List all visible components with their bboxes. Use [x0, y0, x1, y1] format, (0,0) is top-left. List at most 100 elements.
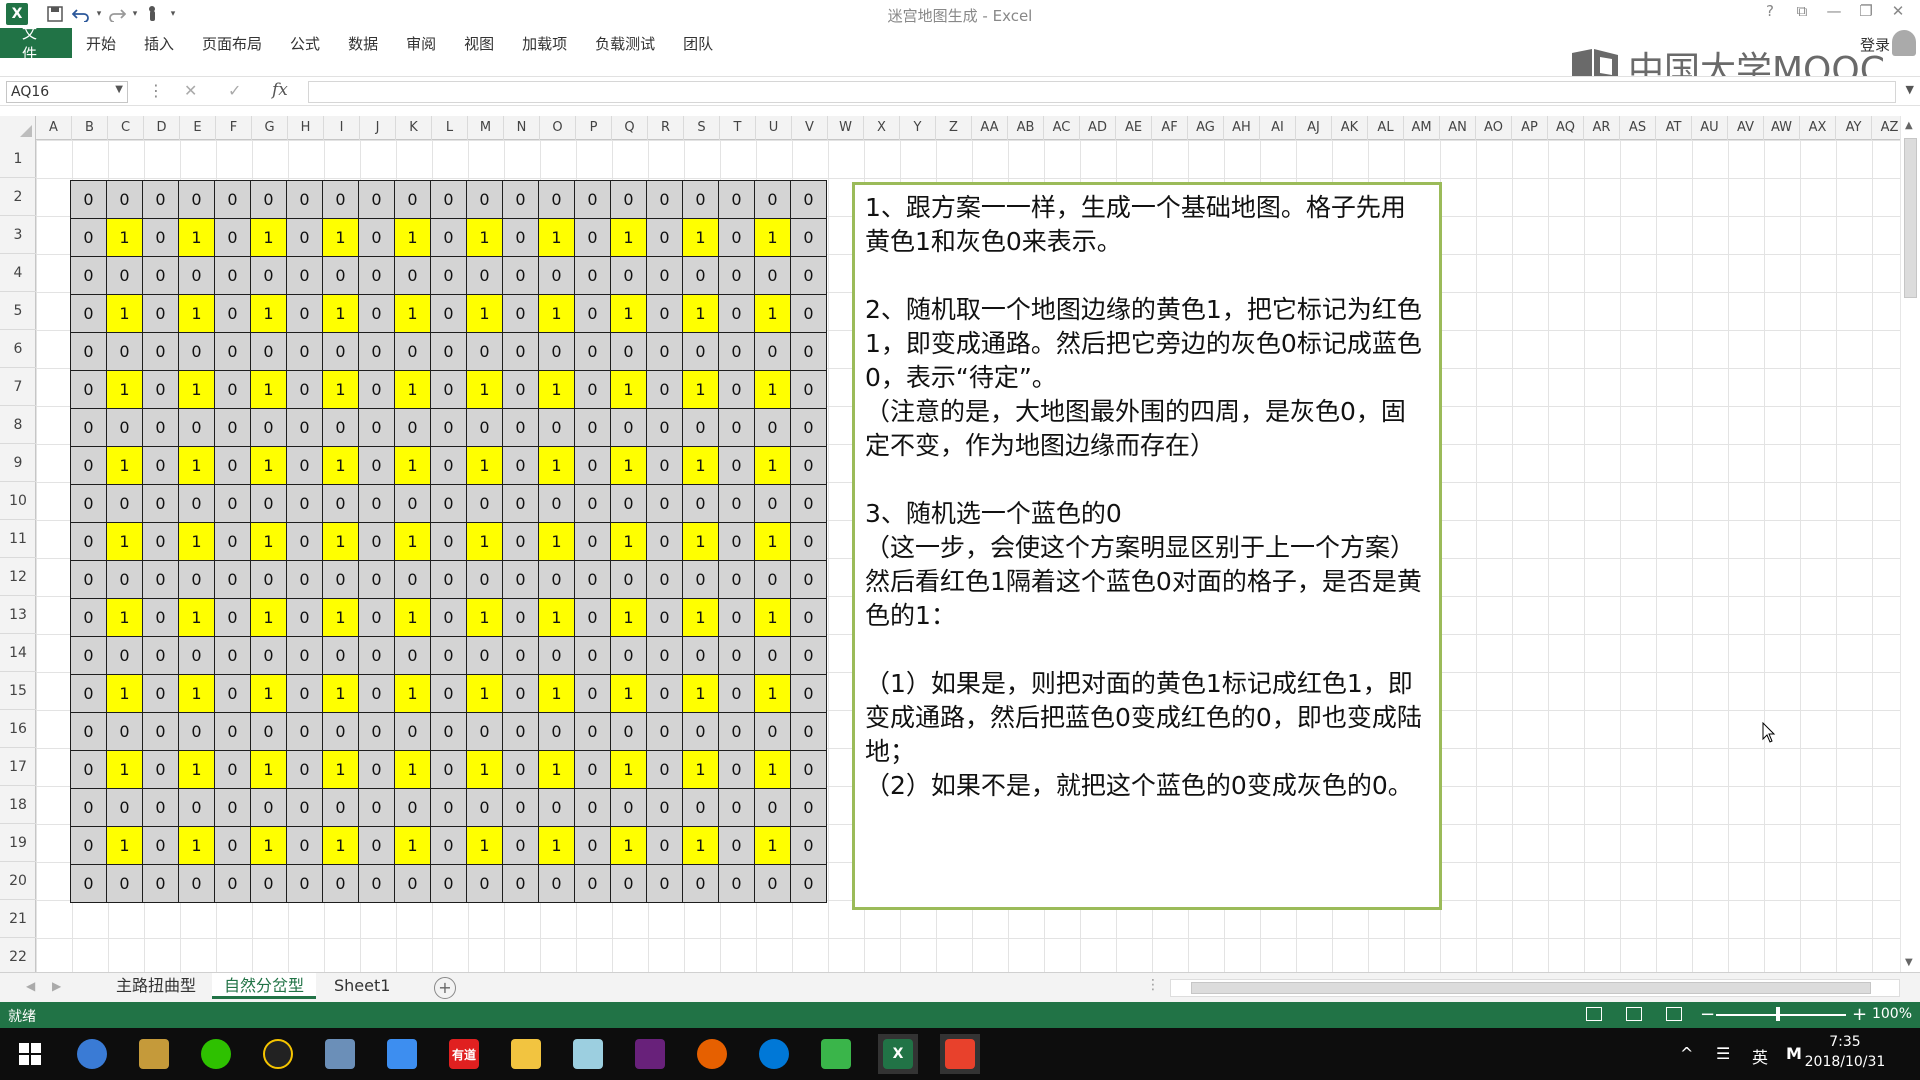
column-header[interactable]: AD [1080, 116, 1116, 140]
maze-cell-yellow[interactable]: 1 [322, 826, 359, 865]
tab-load-test[interactable]: 负载测试 [581, 28, 669, 58]
maze-cell-gray[interactable]: 0 [646, 674, 683, 713]
maze-cell-gray[interactable]: 0 [430, 598, 467, 637]
edge-icon[interactable] [754, 1034, 794, 1074]
maze-cell-gray[interactable]: 0 [430, 218, 467, 257]
maze-cell-gray[interactable]: 0 [358, 218, 395, 257]
sheet-tab-natural-branch[interactable]: 自然分岔型 [212, 973, 317, 999]
maze-cell-gray[interactable]: 0 [394, 180, 431, 219]
maze-cell-gray[interactable]: 0 [790, 636, 827, 675]
maze-cell-gray[interactable]: 0 [718, 636, 755, 675]
maze-cell-gray[interactable]: 0 [106, 864, 143, 903]
column-header[interactable]: D [144, 116, 180, 140]
maze-cell-yellow[interactable]: 1 [322, 218, 359, 257]
maze-cell-yellow[interactable]: 1 [754, 218, 791, 257]
maze-cell-gray[interactable]: 0 [718, 826, 755, 865]
maze-cell-gray[interactable]: 0 [610, 408, 647, 447]
maze-cell-gray[interactable]: 0 [790, 674, 827, 713]
maze-cell-gray[interactable]: 0 [250, 484, 287, 523]
maze-cell-gray[interactable]: 0 [70, 256, 107, 295]
maze-cell-gray[interactable]: 0 [322, 636, 359, 675]
maze-cell-yellow[interactable]: 1 [610, 218, 647, 257]
page-break-view-icon[interactable] [1666, 1007, 1682, 1021]
maze-cell-gray[interactable]: 0 [286, 180, 323, 219]
maze-cell-gray[interactable]: 0 [466, 788, 503, 827]
maze-cell-gray[interactable]: 0 [394, 712, 431, 751]
maze-cell-gray[interactable]: 0 [538, 864, 575, 903]
maze-cell-gray[interactable]: 0 [214, 484, 251, 523]
row-header[interactable]: 20 [0, 862, 36, 900]
maze-cell-gray[interactable]: 0 [538, 560, 575, 599]
maze-cell-gray[interactable]: 0 [646, 256, 683, 295]
maze-cell-gray[interactable]: 0 [538, 180, 575, 219]
maze-cell-gray[interactable]: 0 [610, 636, 647, 675]
maze-cell-gray[interactable]: 0 [286, 750, 323, 789]
expand-formula-bar-icon[interactable]: ▼ [1906, 83, 1914, 96]
maze-cell-yellow[interactable]: 1 [682, 218, 719, 257]
maze-cell-gray[interactable]: 0 [718, 674, 755, 713]
maze-cell-yellow[interactable]: 1 [466, 370, 503, 409]
maze-cell-gray[interactable]: 0 [754, 560, 791, 599]
maze-cell-gray[interactable]: 0 [394, 332, 431, 371]
explanation-textbox[interactable]: 1、跟方案一一样，生成一个基础地图。格子先用黄色1和灰色0来表示。 2、随机取一… [852, 182, 1442, 910]
maze-cell-gray[interactable]: 0 [358, 522, 395, 561]
maze-cell-gray[interactable]: 0 [502, 484, 539, 523]
zoom-slider-thumb[interactable] [1776, 1007, 1780, 1021]
maze-cell-gray[interactable]: 0 [718, 256, 755, 295]
maze-cell-gray[interactable]: 0 [70, 180, 107, 219]
maze-cell-gray[interactable]: 0 [790, 408, 827, 447]
maze-cell-gray[interactable]: 0 [322, 256, 359, 295]
column-header[interactable]: Z [936, 116, 972, 140]
maze-cell-gray[interactable]: 0 [394, 408, 431, 447]
maze-cell-gray[interactable]: 0 [286, 256, 323, 295]
maze-cell-gray[interactable]: 0 [142, 674, 179, 713]
maze-cell-yellow[interactable]: 1 [250, 598, 287, 637]
maze-cell-gray[interactable]: 0 [70, 864, 107, 903]
file-explorer-icon[interactable] [506, 1034, 546, 1074]
maze-cell-gray[interactable]: 0 [538, 484, 575, 523]
maze-cell-yellow[interactable]: 1 [466, 674, 503, 713]
maze-cell-yellow[interactable]: 1 [682, 370, 719, 409]
column-header[interactable]: W [828, 116, 864, 140]
close-icon[interactable]: ✕ [1882, 2, 1914, 20]
maze-cell-gray[interactable]: 0 [358, 180, 395, 219]
column-header[interactable]: C [108, 116, 144, 140]
maze-cell-gray[interactable]: 0 [214, 826, 251, 865]
maze-cell-gray[interactable]: 0 [214, 408, 251, 447]
maze-cell-gray[interactable]: 0 [70, 636, 107, 675]
maze-cell-gray[interactable]: 0 [358, 788, 395, 827]
maze-cell-gray[interactable]: 0 [70, 484, 107, 523]
maze-cell-gray[interactable]: 0 [106, 484, 143, 523]
tab-view[interactable]: 视图 [450, 28, 508, 58]
maze-cell-gray[interactable]: 0 [790, 712, 827, 751]
column-header[interactable]: M [468, 116, 504, 140]
page-layout-view-icon[interactable] [1626, 1007, 1642, 1021]
maze-cell-yellow[interactable]: 1 [178, 522, 215, 561]
maze-cell-gray[interactable]: 0 [790, 484, 827, 523]
maze-cell-gray[interactable]: 0 [646, 826, 683, 865]
zoom-level[interactable]: 100% [1872, 1006, 1912, 1022]
maze-cell-gray[interactable]: 0 [574, 370, 611, 409]
maze-cell-gray[interactable]: 0 [286, 218, 323, 257]
maze-cell-gray[interactable]: 0 [214, 332, 251, 371]
maze-cell-gray[interactable]: 0 [394, 636, 431, 675]
maze-cell-yellow[interactable]: 1 [466, 826, 503, 865]
maze-cell-gray[interactable]: 0 [790, 864, 827, 903]
maze-cell-gray[interactable]: 0 [430, 294, 467, 333]
maze-cell-gray[interactable]: 0 [178, 408, 215, 447]
tab-formulas[interactable]: 公式 [276, 28, 334, 58]
maze-cell-gray[interactable]: 0 [178, 864, 215, 903]
maze-cell-gray[interactable]: 0 [70, 560, 107, 599]
maze-cell-gray[interactable]: 0 [790, 370, 827, 409]
undo-icon[interactable] [68, 0, 94, 28]
maze-cell-gray[interactable]: 0 [358, 712, 395, 751]
maze-cell-gray[interactable]: 0 [466, 180, 503, 219]
maze-cell-gray[interactable]: 0 [574, 674, 611, 713]
maze-cell-gray[interactable]: 0 [574, 560, 611, 599]
maze-cell-gray[interactable]: 0 [646, 712, 683, 751]
customize-quick-access-icon[interactable]: ▾ [166, 0, 180, 28]
maze-cell-gray[interactable]: 0 [574, 712, 611, 751]
maze-cell-gray[interactable]: 0 [142, 788, 179, 827]
row-header[interactable]: 6 [0, 330, 36, 368]
maze-cell-gray[interactable]: 0 [574, 750, 611, 789]
